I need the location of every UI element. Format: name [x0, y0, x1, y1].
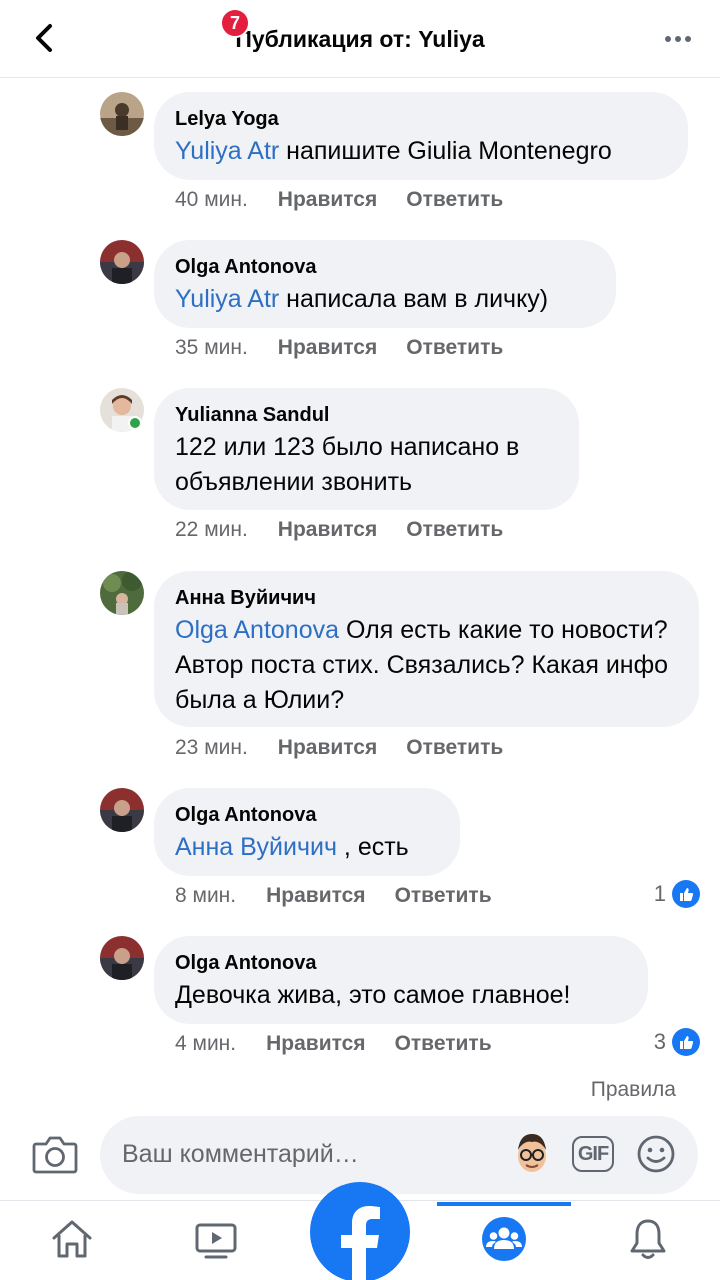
- thumbs-up-icon: [672, 880, 700, 908]
- mention-link[interactable]: Yuliya Atr: [175, 137, 279, 165]
- comment-author[interactable]: Olga Antonova: [175, 802, 438, 828]
- comment-item: Olga Antonova Анна Вуйичич , есть 8 мин.…: [100, 788, 710, 918]
- top-bar: Публикация от: Yuliya: [0, 0, 720, 78]
- rules-link[interactable]: Правила: [591, 1078, 676, 1102]
- watch-notification-badge: 7: [220, 8, 250, 38]
- page-title: Публикация от: Yuliya: [235, 26, 485, 52]
- comment-bubble[interactable]: Yulianna Sandul 122 или 123 было написан…: [154, 388, 579, 510]
- like-button[interactable]: Нравится: [278, 188, 377, 212]
- bell-icon: [630, 1219, 666, 1259]
- comment-time[interactable]: 23 мин.: [175, 736, 248, 760]
- like-button[interactable]: Нравится: [278, 336, 377, 360]
- camera-button[interactable]: [32, 1134, 78, 1180]
- comment-bubble[interactable]: Анна Вуйичич Olga Antonova Оля есть каки…: [154, 571, 699, 727]
- comment-text: Olga Antonova Оля есть какие то новости?…: [175, 613, 677, 718]
- comment-time[interactable]: 40 мин.: [175, 188, 248, 212]
- like-button[interactable]: Нравится: [266, 1032, 365, 1056]
- reply-button[interactable]: Ответить: [406, 336, 503, 360]
- comment-time[interactable]: 8 мин.: [175, 884, 236, 908]
- comment-input-placeholder[interactable]: Ваш комментарий…: [122, 1140, 359, 1169]
- mention-link[interactable]: Olga Antonova: [175, 616, 339, 644]
- nav-groups[interactable]: [480, 1215, 528, 1263]
- like-button[interactable]: Нравится: [278, 518, 377, 542]
- comment-item: Анна Вуйичич Olga Antonova Оля есть каки…: [100, 571, 710, 771]
- more-dot-icon: [675, 36, 681, 42]
- camera-icon: [32, 1136, 78, 1174]
- avatar[interactable]: [100, 788, 144, 832]
- comment-item: Yulianna Sandul 122 или 123 было написан…: [100, 388, 710, 553]
- comment-text: Анна Вуйичич , есть: [175, 830, 438, 865]
- comment-text: Yuliya Atr напишите Giulia Montenegro: [175, 134, 666, 169]
- avatar-sticker-button[interactable]: [510, 1130, 554, 1178]
- comment-body: написала вам в личку): [279, 285, 549, 313]
- comment-text: Девочка жива, это самое главное!: [175, 981, 571, 1009]
- groups-icon: [482, 1217, 526, 1261]
- nav-notifications[interactable]: [624, 1215, 672, 1263]
- comment-list: Lelya Yoga Yuliya Atr напишите Giulia Mo…: [0, 78, 720, 1064]
- comment-time[interactable]: 4 мин.: [175, 1032, 236, 1056]
- more-dot-icon: [665, 36, 671, 42]
- comment-actions: 23 мин. Нравится Ответить: [175, 736, 503, 760]
- comment-item: Olga Antonova Девочка жива, это самое гл…: [100, 936, 710, 1064]
- comment-actions: 4 мин. Нравится Ответить: [175, 1032, 492, 1056]
- comment-author[interactable]: Yulianna Sandul: [175, 402, 557, 428]
- comment-input[interactable]: Ваш комментарий… GIF: [100, 1116, 698, 1194]
- reply-button[interactable]: Ответить: [395, 884, 492, 908]
- more-dot-icon: [685, 36, 691, 42]
- comment-text: 122 или 123 было написано в объявлении з…: [175, 433, 520, 496]
- comment-actions: 35 мин. Нравится Ответить: [175, 336, 503, 360]
- comment-bubble[interactable]: Olga Antonova Анна Вуйичич , есть: [154, 788, 460, 876]
- comment-bubble[interactable]: Olga Antonova Девочка жива, это самое гл…: [154, 936, 648, 1024]
- smiley-icon: [637, 1135, 675, 1173]
- comment-item: Lelya Yoga Yuliya Atr напишите Giulia Mo…: [100, 92, 710, 222]
- mention-link[interactable]: Yuliya Atr: [175, 285, 279, 313]
- comment-text: Yuliya Atr написала вам в личку): [175, 282, 594, 317]
- watch-icon: [195, 1223, 237, 1259]
- comment-bubble[interactable]: Olga Antonova Yuliya Atr написала вам в …: [154, 240, 616, 328]
- nav-watch[interactable]: [192, 1215, 240, 1263]
- mention-link[interactable]: Анна Вуйичич: [175, 833, 337, 861]
- reaction-count-label: 1: [653, 881, 666, 906]
- facebook-logo-button[interactable]: [310, 1182, 410, 1280]
- comment-author[interactable]: Olga Antonova: [175, 254, 594, 280]
- comment-body: , есть: [336, 833, 409, 861]
- comment-time[interactable]: 35 мин.: [175, 336, 248, 360]
- avatar[interactable]: [100, 92, 144, 136]
- emoji-button[interactable]: [636, 1134, 676, 1174]
- comment-time[interactable]: 22 мин.: [175, 518, 248, 542]
- like-button[interactable]: Нравится: [278, 736, 377, 760]
- facebook-logo-icon: [341, 1206, 380, 1280]
- comment-bubble[interactable]: Lelya Yoga Yuliya Atr напишите Giulia Mo…: [154, 92, 688, 180]
- thumbs-up-icon: [672, 1028, 700, 1056]
- nav-home[interactable]: [48, 1215, 96, 1263]
- reaction-count[interactable]: 1: [654, 880, 700, 908]
- avatar[interactable]: [100, 936, 144, 980]
- reply-button[interactable]: Ответить: [406, 736, 503, 760]
- reply-button[interactable]: Ответить: [406, 188, 503, 212]
- avatar-sticker-icon: [518, 1134, 546, 1172]
- home-icon: [52, 1220, 92, 1258]
- active-tab-indicator: [437, 1202, 571, 1206]
- more-options-button[interactable]: [656, 24, 700, 54]
- avatar[interactable]: [100, 240, 144, 284]
- reply-button[interactable]: Ответить: [395, 1032, 492, 1056]
- comment-body: напишите Giulia Montenegro: [279, 137, 612, 165]
- gif-button[interactable]: GIF: [572, 1136, 614, 1172]
- reaction-count[interactable]: 3: [654, 1028, 700, 1056]
- avatar[interactable]: [100, 571, 144, 615]
- reaction-count-label: 3: [653, 1029, 666, 1054]
- comment-actions: 40 мин. Нравится Ответить: [175, 188, 503, 212]
- comment-author[interactable]: Анна Вуйичич: [175, 585, 677, 611]
- comment-item: Olga Antonova Yuliya Atr написала вам в …: [100, 240, 710, 370]
- comment-actions: 22 мин. Нравится Ответить: [175, 518, 503, 542]
- like-button[interactable]: Нравится: [266, 884, 365, 908]
- reply-button[interactable]: Ответить: [406, 518, 503, 542]
- comment-author[interactable]: Lelya Yoga: [175, 106, 666, 132]
- comment-actions: 8 мин. Нравится Ответить: [175, 884, 492, 908]
- online-status-icon: [128, 416, 142, 430]
- comment-author[interactable]: Olga Antonova: [175, 950, 626, 976]
